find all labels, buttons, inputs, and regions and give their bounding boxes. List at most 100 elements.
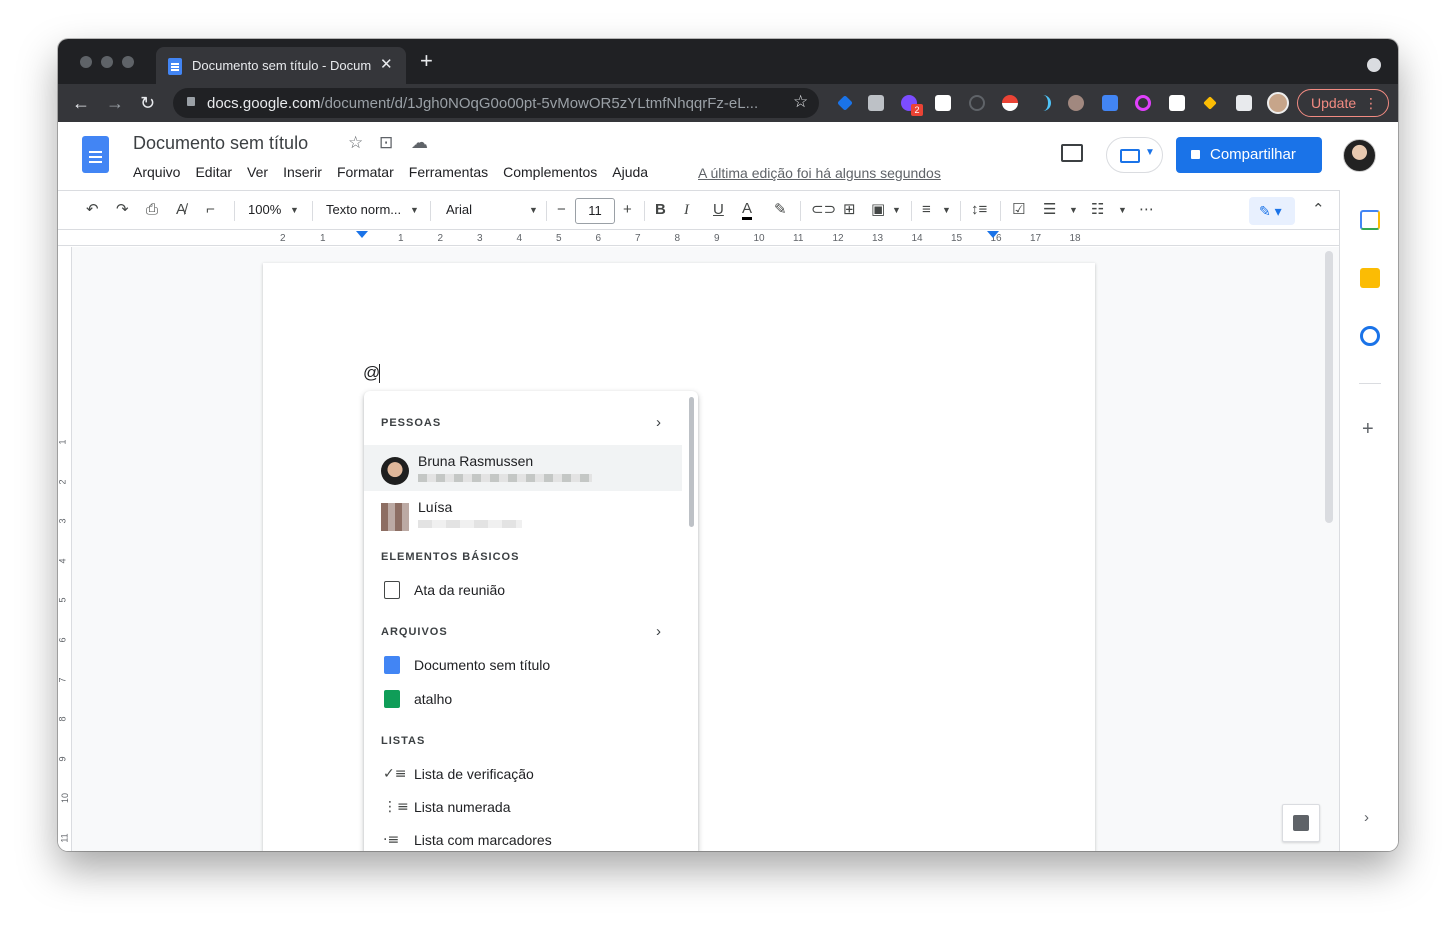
bold-icon[interactable]: B: [655, 200, 666, 220]
spellcheck-icon[interactable]: A̸: [176, 200, 186, 220]
print-icon[interactable]: ⎙: [146, 200, 158, 220]
person-name: Bruna Rasmussen: [418, 453, 534, 469]
image-icon[interactable]: ▣: [871, 200, 885, 220]
chevron-down-icon: ▼: [529, 205, 538, 215]
more-icon[interactable]: ⋯: [1139, 200, 1154, 220]
bulleted-list-item[interactable]: ·≡ Lista com marcadores: [381, 829, 681, 851]
highlighter-extension-icon[interactable]: [1203, 96, 1217, 110]
right-indent-marker[interactable]: [987, 231, 999, 238]
edit-extension-icon[interactable]: [1169, 95, 1185, 111]
menu-arquivo[interactable]: Arquivo: [133, 164, 180, 180]
menu-formatar[interactable]: Formatar: [337, 164, 394, 180]
tasks-icon[interactable]: [1360, 326, 1380, 346]
menu-editar[interactable]: Editar: [195, 164, 232, 180]
italic-icon[interactable]: I: [684, 200, 689, 220]
new-tab-button[interactable]: +: [420, 50, 433, 72]
r-extension-icon[interactable]: [935, 95, 951, 111]
menu-complementos[interactable]: Complementos: [503, 164, 597, 180]
increase-font-size-icon[interactable]: +: [623, 200, 632, 220]
comments-icon[interactable]: [1061, 144, 1083, 162]
last-edit-link[interactable]: A última edição foi há alguns segundos: [698, 165, 941, 181]
puzzle-extensions-icon[interactable]: [1236, 95, 1252, 111]
diamond-extension-icon[interactable]: [837, 95, 853, 111]
add-comment-icon[interactable]: ⊞: [843, 200, 856, 220]
bulleted-list-icon[interactable]: ☰: [1043, 200, 1056, 220]
ruler-label: 15: [951, 233, 963, 244]
chevron-right-icon[interactable]: ›: [1364, 809, 1369, 826]
menu-ferramentas[interactable]: Ferramentas: [409, 164, 488, 180]
translate-extension-icon[interactable]: [1102, 95, 1118, 111]
undo-icon[interactable]: ↶: [86, 200, 99, 220]
minimize-window-button[interactable]: [101, 56, 113, 68]
checklist-icon[interactable]: ☑: [1012, 200, 1025, 220]
zoom-select[interactable]: 100%: [248, 202, 281, 217]
update-button[interactable]: Update ⋮: [1297, 89, 1389, 117]
chevron-right-icon[interactable]: ›: [656, 414, 661, 431]
close-window-button[interactable]: [80, 56, 92, 68]
menu-scrollbar[interactable]: [689, 397, 694, 527]
link-icon[interactable]: ⊂⊃: [811, 200, 836, 220]
present-button[interactable]: ▼: [1106, 137, 1163, 173]
item-label: Ata da reunião: [414, 582, 506, 598]
file-item[interactable]: atalho: [381, 688, 681, 712]
person-name: Luísa: [418, 499, 453, 515]
reload-icon[interactable]: ↻: [140, 90, 155, 116]
text-color-icon[interactable]: A: [742, 200, 753, 220]
add-addon-icon[interactable]: +: [1362, 418, 1374, 441]
font-select[interactable]: Arial: [446, 202, 472, 217]
maximize-window-button[interactable]: [122, 56, 134, 68]
numbered-list-item[interactable]: ⋮≡ Lista numerada: [381, 796, 681, 820]
back-icon[interactable]: ←: [72, 90, 90, 116]
keep-icon[interactable]: [1360, 268, 1380, 288]
font-size-input[interactable]: 11: [575, 198, 615, 224]
checklist-item[interactable]: ✓≡ Lista de verificação: [381, 763, 681, 787]
address-bar[interactable]: docs.google.com/document/d/1Jgh0NOqG0o00…: [173, 88, 819, 118]
explore-button[interactable]: [1282, 804, 1320, 842]
close-icon[interactable]: ✕: [380, 55, 393, 73]
move-folder-icon[interactable]: ⊡: [379, 133, 393, 153]
cloud-status-icon[interactable]: ☁: [411, 133, 428, 153]
file-item[interactable]: Documento sem título: [381, 654, 681, 678]
paragraph-style-select[interactable]: Texto norm...: [326, 202, 401, 217]
editing-mode-button[interactable]: ✎ ▾: [1249, 197, 1295, 225]
numbered-list-icon[interactable]: ☷: [1091, 200, 1104, 220]
browser-tab-active[interactable]: Documento sem título - Docum ✕: [156, 47, 406, 84]
chevron-up-icon[interactable]: ⌃: [1312, 200, 1325, 220]
decrease-font-size-icon[interactable]: −: [557, 200, 566, 220]
left-indent-marker[interactable]: [356, 231, 368, 238]
menu-inserir[interactable]: Inserir: [283, 164, 322, 180]
highlight-icon[interactable]: ✎: [774, 200, 787, 220]
person-item[interactable]: Luísa: [364, 491, 682, 537]
underline-icon[interactable]: U: [713, 200, 724, 220]
menu-ajuda[interactable]: Ajuda: [612, 164, 648, 180]
chevron-right-icon[interactable]: ›: [656, 623, 661, 640]
monkey-extension-icon[interactable]: [1068, 95, 1084, 111]
color-extension-icon[interactable]: [1135, 95, 1151, 111]
calendar-icon[interactable]: [1360, 210, 1380, 230]
m-extension-icon[interactable]: [868, 95, 884, 111]
paint-format-icon[interactable]: ⌐: [206, 200, 215, 220]
align-icon[interactable]: ≡: [922, 200, 931, 220]
menu-ver[interactable]: Ver: [247, 164, 268, 180]
redo-icon[interactable]: ↷: [116, 200, 129, 220]
document-title[interactable]: Documento sem título: [133, 133, 308, 154]
bookmark-star-icon[interactable]: ☆: [793, 92, 808, 112]
person-item[interactable]: Bruna Rasmussen: [364, 445, 682, 491]
forward-icon[interactable]: →: [106, 90, 124, 116]
meeting-notes-item[interactable]: Ata da reunião: [381, 579, 681, 603]
docs-logo-icon[interactable]: [82, 136, 109, 173]
pokeball-extension-icon[interactable]: [1002, 95, 1018, 111]
tab-search-icon[interactable]: [1367, 58, 1381, 72]
share-button[interactable]: Compartilhar: [1176, 137, 1322, 173]
wave-extension-icon[interactable]: [1035, 95, 1051, 111]
document-scrollbar[interactable]: [1325, 251, 1333, 523]
ruler-label: 11: [793, 233, 804, 244]
lock-icon: [187, 97, 195, 106]
explore-icon: [1293, 815, 1309, 831]
profile-avatar[interactable]: [1267, 92, 1289, 114]
star-icon[interactable]: ☆: [348, 133, 363, 153]
ruler-label: 14: [911, 233, 923, 244]
line-spacing-icon[interactable]: ↕≡: [971, 200, 987, 220]
account-avatar[interactable]: [1343, 139, 1376, 172]
info-extension-icon[interactable]: [969, 95, 985, 111]
